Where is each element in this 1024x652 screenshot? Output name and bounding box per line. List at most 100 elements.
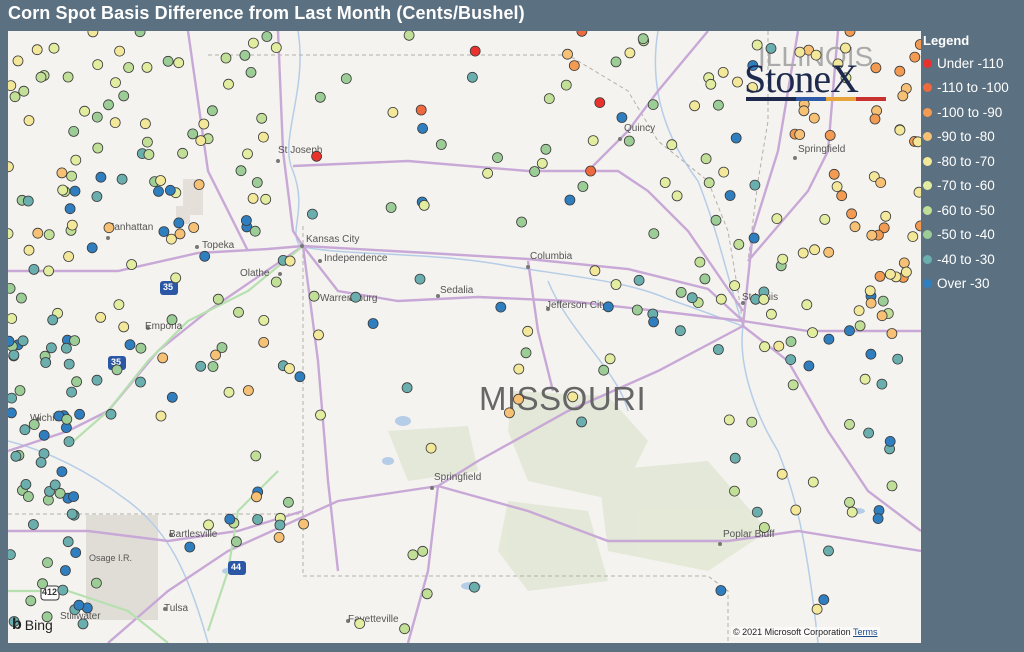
station-marker[interactable] xyxy=(23,244,35,256)
station-marker[interactable] xyxy=(173,57,185,69)
station-marker[interactable] xyxy=(69,185,81,197)
station-marker[interactable] xyxy=(8,80,17,91)
legend-item[interactable]: -50 to -40 xyxy=(923,227,995,243)
station-marker[interactable] xyxy=(516,216,527,228)
station-marker[interactable] xyxy=(385,202,397,213)
station-marker[interactable] xyxy=(62,71,74,83)
station-marker[interactable] xyxy=(540,143,552,155)
station-marker[interactable] xyxy=(785,336,797,348)
station-marker[interactable] xyxy=(166,314,178,326)
station-marker[interactable] xyxy=(61,413,73,425)
station-marker[interactable] xyxy=(715,585,727,596)
station-marker[interactable] xyxy=(907,231,919,243)
station-marker[interactable] xyxy=(8,228,14,239)
station-marker[interactable] xyxy=(63,358,75,370)
station-marker[interactable] xyxy=(158,226,170,238)
station-marker[interactable] xyxy=(63,436,75,448)
station-marker[interactable] xyxy=(118,90,130,102)
station-marker[interactable] xyxy=(298,518,310,530)
station-marker[interactable] xyxy=(520,347,532,359)
terms-link[interactable]: Terms xyxy=(853,627,878,637)
station-marker[interactable] xyxy=(56,167,68,179)
station-marker[interactable] xyxy=(57,584,69,596)
station-marker[interactable] xyxy=(315,409,326,421)
station-marker[interactable] xyxy=(187,128,199,140)
station-marker[interactable] xyxy=(247,192,259,204)
station-marker[interactable] xyxy=(25,595,37,607)
station-marker[interactable] xyxy=(466,71,478,83)
station-marker[interactable] xyxy=(880,210,892,222)
station-marker[interactable] xyxy=(589,265,601,277)
station-marker[interactable] xyxy=(206,105,218,117)
station-marker[interactable] xyxy=(818,594,830,606)
station-marker[interactable] xyxy=(311,150,323,162)
station-marker[interactable] xyxy=(749,179,761,191)
station-marker[interactable] xyxy=(251,177,263,188)
station-marker[interactable] xyxy=(62,536,74,548)
station-marker[interactable] xyxy=(239,49,251,61)
station-marker[interactable] xyxy=(35,456,47,468)
station-marker[interactable] xyxy=(31,44,43,56)
station-marker[interactable] xyxy=(435,139,447,150)
station-marker[interactable] xyxy=(247,37,259,49)
station-marker[interactable] xyxy=(66,170,77,182)
station-marker[interactable] xyxy=(703,177,715,189)
station-marker[interactable] xyxy=(22,195,34,207)
station-marker[interactable] xyxy=(567,391,579,403)
station-marker[interactable] xyxy=(797,247,809,259)
legend-item[interactable]: -100 to -90 xyxy=(923,104,1002,120)
station-marker[interactable] xyxy=(270,42,282,54)
station-marker[interactable] xyxy=(250,450,262,462)
station-marker[interactable] xyxy=(188,222,200,233)
station-marker[interactable] xyxy=(710,214,722,226)
station-marker[interactable] xyxy=(135,376,146,388)
station-marker[interactable] xyxy=(859,373,871,385)
station-marker[interactable] xyxy=(56,466,68,478)
station-marker[interactable] xyxy=(713,344,724,355)
station-marker[interactable] xyxy=(245,67,257,78)
station-marker[interactable] xyxy=(846,208,857,220)
station-marker[interactable] xyxy=(139,118,151,130)
station-marker[interactable] xyxy=(610,56,622,68)
station-marker[interactable] xyxy=(173,217,185,229)
station-marker[interactable] xyxy=(492,152,503,163)
station-marker[interactable] xyxy=(909,51,921,63)
station-marker[interactable] xyxy=(113,299,125,311)
station-marker[interactable] xyxy=(865,297,877,309)
station-marker[interactable] xyxy=(123,62,134,73)
station-marker[interactable] xyxy=(648,228,660,240)
station-marker[interactable] xyxy=(86,242,98,254)
station-marker[interactable] xyxy=(729,280,740,292)
station-marker[interactable] xyxy=(313,329,324,341)
station-marker[interactable] xyxy=(407,549,419,561)
station-marker[interactable] xyxy=(8,283,16,294)
station-marker[interactable] xyxy=(564,194,576,206)
station-marker[interactable] xyxy=(831,181,843,193)
station-marker[interactable] xyxy=(141,62,153,73)
station-marker[interactable] xyxy=(38,429,50,441)
station-marker[interactable] xyxy=(576,31,588,37)
station-marker[interactable] xyxy=(14,385,26,396)
station-marker[interactable] xyxy=(790,504,802,516)
station-marker[interactable] xyxy=(68,126,80,137)
station-marker[interactable] xyxy=(153,185,164,197)
station-marker[interactable] xyxy=(844,496,855,508)
station-marker[interactable] xyxy=(27,519,39,530)
station-marker[interactable] xyxy=(877,295,889,307)
legend-item[interactable]: -70 to -60 xyxy=(923,178,995,194)
legend-item[interactable]: Over -30 xyxy=(923,276,990,292)
station-marker[interactable] xyxy=(604,353,616,365)
station-marker[interactable] xyxy=(17,335,29,347)
station-marker[interactable] xyxy=(776,468,788,480)
station-marker[interactable] xyxy=(495,301,507,313)
station-marker[interactable] xyxy=(576,416,587,428)
station-marker[interactable] xyxy=(284,255,296,267)
station-marker[interactable] xyxy=(866,229,878,241)
station-marker[interactable] xyxy=(70,547,82,558)
station-marker[interactable] xyxy=(624,47,636,59)
station-marker[interactable] xyxy=(715,293,727,305)
station-marker[interactable] xyxy=(699,273,711,285)
station-marker[interactable] xyxy=(43,265,54,277)
legend-item[interactable]: -80 to -70 xyxy=(923,153,995,169)
station-marker[interactable] xyxy=(70,154,82,166)
